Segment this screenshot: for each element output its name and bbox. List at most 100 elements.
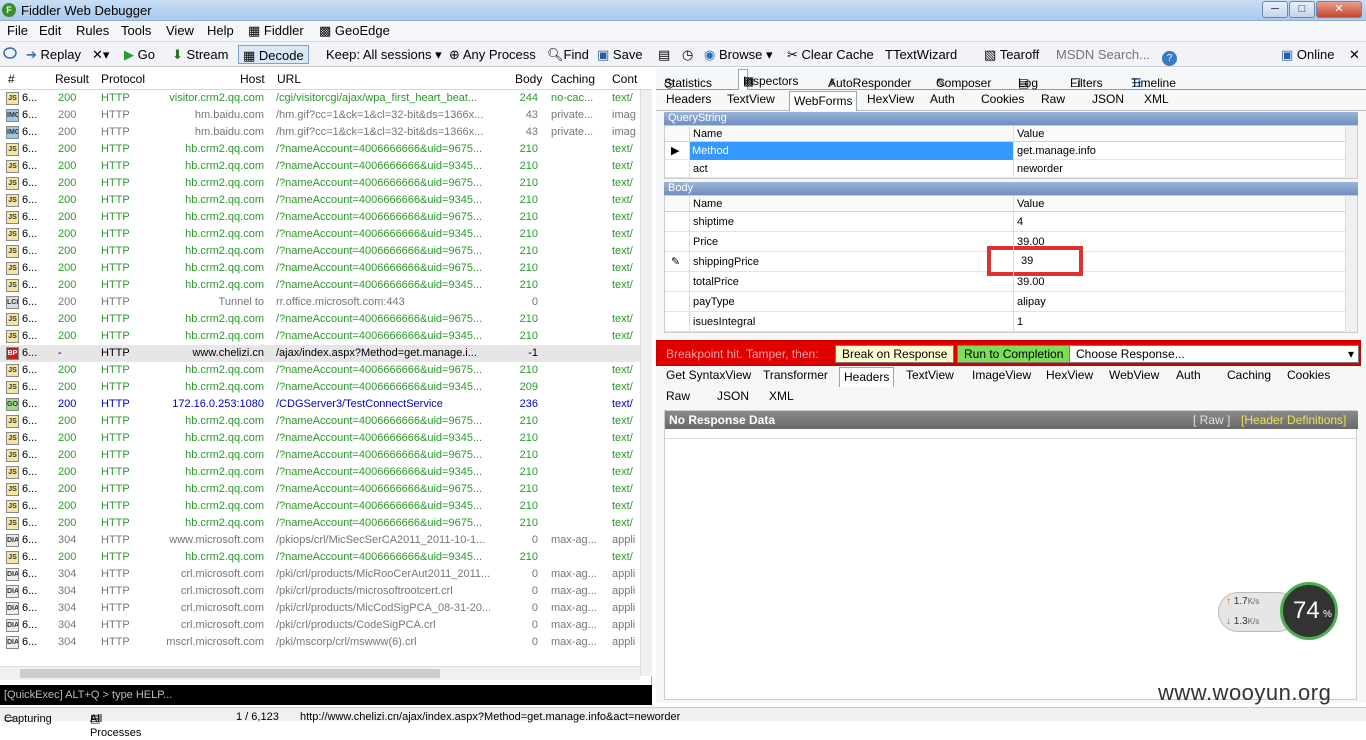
qs-name-method[interactable]: Method	[689, 142, 1013, 160]
msdn-search-input[interactable]	[1056, 45, 1156, 64]
qs-value-method[interactable]: get.manage.info	[1017, 142, 1096, 160]
run-to-completion-button[interactable]: Run to Completion	[957, 345, 1071, 363]
resp-tab-auth[interactable]: Auth	[1176, 368, 1201, 382]
timer-icon[interactable]: ◷	[682, 45, 693, 64]
req-tab-webforms[interactable]: WebForms	[789, 91, 858, 111]
session-row[interactable]: JS 6... 200 HTTP hb.crm2.qq.com/?nameAccount…	[0, 277, 640, 294]
resp-tab-cookies[interactable]: Cookies	[1287, 368, 1330, 382]
resp-tab-json[interactable]: JSON	[717, 389, 749, 403]
body-row[interactable]: payType alipay	[665, 292, 1357, 312]
col-caching[interactable]: Caching	[551, 72, 595, 86]
session-row[interactable]: DIA 6... 304 HTTP crl.microsoft.com/pki/crl/…	[0, 617, 640, 634]
col-protocol[interactable]: Protocol	[101, 72, 145, 86]
resp-tab-transformer[interactable]: Transformer	[763, 368, 828, 382]
req-tab-json[interactable]: JSON	[1092, 92, 1124, 106]
session-row[interactable]: BP 6... - HTTP www.chelizi.cn/ajax/index.asp…	[0, 345, 640, 362]
session-row[interactable]: IMG 6... 200 HTTP hm.baidu.com/hm.gif?cc=1&c…	[0, 107, 640, 124]
qs-row-act[interactable]: act neworder	[665, 160, 1357, 178]
menu-file[interactable]: File	[7, 23, 28, 38]
req-tab-cookies[interactable]: Cookies	[981, 92, 1024, 106]
comment-icon[interactable]	[3, 45, 20, 64]
session-row[interactable]: JS 6... 200 HTTP hb.crm2.qq.com/?nameAccount…	[0, 447, 640, 464]
session-row[interactable]: DIA 6... 304 HTTP mscrl.microsoft.com/pki/ms…	[0, 634, 640, 651]
col-url[interactable]: URL	[277, 72, 301, 86]
session-row[interactable]: DIA 6... 304 HTTP crl.microsoft.com/pki/crl/…	[0, 600, 640, 617]
resp-tab-raw[interactable]: Raw	[666, 389, 690, 403]
session-row[interactable]: JS 6... 200 HTTP visitor.crm2.qq.com/cgi/vis…	[0, 90, 640, 107]
session-row[interactable]: JS 6... 200 HTTP hb.crm2.qq.com/?nameAccount…	[0, 413, 640, 430]
session-row[interactable]: JS 6... 200 HTTP hb.crm2.qq.com/?nameAccount…	[0, 464, 640, 481]
network-monitor-widget[interactable]: ↑ 1.7K/s ↓ 1.3K/s 74 %	[1218, 582, 1338, 640]
session-row[interactable]: JS 6... 200 HTTP hb.crm2.qq.com/?nameAccount…	[0, 260, 640, 277]
resp-tab-headers[interactable]: Headers	[839, 367, 895, 387]
body-name[interactable]: shippingPrice	[693, 252, 759, 272]
session-row[interactable]: JS 6... 200 HTTP hb.crm2.qq.com/?nameAccount…	[0, 192, 640, 209]
session-row[interactable]: LCK6...200HTTPTunnel torr.office.microso…	[0, 294, 640, 311]
session-row[interactable]: JS 6... 200 HTTP hb.crm2.qq.com/?nameAccount…	[0, 311, 640, 328]
keep-sessions-dropdown[interactable]: Keep: All sessions ▾	[326, 45, 442, 64]
col-content-type[interactable]: Cont	[612, 72, 637, 86]
online-status[interactable]: ▣ Online	[1281, 45, 1335, 64]
body-scrollbar[interactable]	[1345, 196, 1357, 332]
req-tab-xml[interactable]: XML	[1144, 92, 1169, 106]
go-button[interactable]: ▶ Go	[124, 45, 155, 64]
tearoff-button[interactable]: ▧ Tearoff	[984, 45, 1039, 64]
req-tab-raw[interactable]: Raw	[1041, 92, 1065, 106]
body-value[interactable]: 1	[1017, 312, 1023, 332]
resp-tab-imageview[interactable]: ImageView	[972, 368, 1031, 382]
menu-geoedge[interactable]: ▩ GeoEdge	[319, 23, 390, 39]
session-row[interactable]: JS 6... 200 HTTP hb.crm2.qq.com/?nameAccount…	[0, 362, 640, 379]
save-button[interactable]: ▣ Save	[597, 45, 643, 64]
body-name[interactable]: isuesIntegral	[693, 312, 755, 332]
session-row[interactable]: JS 6... 200 HTTP hb.crm2.qq.com/?nameAccount…	[0, 481, 640, 498]
resp-tab-textview[interactable]: TextView	[906, 368, 954, 382]
browse-button[interactable]: ◉ Browse ▾	[704, 45, 772, 64]
help-icon[interactable]: ?	[1162, 45, 1177, 66]
session-row[interactable]: JS 6... 200 HTTP hb.crm2.qq.com/?nameAccount…	[0, 328, 640, 345]
body-row-edited[interactable]: ✎ shippingPrice 39	[665, 246, 1357, 276]
raw-link[interactable]: [ Raw ]	[1193, 411, 1230, 429]
session-row[interactable]: JS 6... 200 HTTP hb.crm2.qq.com/?nameAccount…	[0, 379, 640, 396]
req-tab-hexview[interactable]: HexView	[867, 92, 914, 106]
body-name[interactable]: totalPrice	[693, 272, 739, 292]
col-host[interactable]: Host	[240, 72, 265, 86]
body-row[interactable]: isuesIntegral 1	[665, 312, 1357, 332]
body-value[interactable]: 4	[1017, 212, 1023, 232]
tab-inspectors[interactable]: ▩ Inspectors	[738, 69, 798, 90]
sessions-horizontal-scrollbar[interactable]	[0, 666, 640, 680]
body-name[interactable]: Price	[693, 232, 718, 252]
body-row[interactable]: shiptime 4	[665, 212, 1357, 232]
session-row[interactable]: DIA 6... 304 HTTP www.microsoft.com/pkiops/c…	[0, 532, 640, 549]
qs-row-method[interactable]: ▶ Method get.manage.info	[665, 142, 1357, 160]
close-toolbar-icon[interactable]: ✕	[1349, 45, 1360, 64]
quickexec-input[interactable]: [QuickExec] ALT+Q > type HELP...	[0, 685, 652, 705]
menu-edit[interactable]: Edit	[39, 23, 61, 38]
session-row[interactable]: JS 6... 200 HTTP hb.crm2.qq.com/?nameAccount…	[0, 515, 640, 532]
clear-cache-button[interactable]: ✂ Clear Cache	[787, 45, 874, 64]
session-row[interactable]: IMG 6... 200 HTTP hm.baidu.com/hm.gif?cc=1&c…	[0, 124, 640, 141]
break-on-response-button[interactable]: Break on Response	[835, 345, 955, 363]
find-button[interactable]: 🔍︎Find	[547, 45, 589, 64]
req-tab-headers[interactable]: Headers	[666, 92, 711, 106]
resp-tab-xml[interactable]: XML	[769, 389, 794, 403]
col-body[interactable]: Body	[515, 72, 542, 86]
menu-tools[interactable]: Tools	[121, 23, 151, 38]
session-row[interactable]: JS 6... 200 HTTP hb.crm2.qq.com/?nameAccount…	[0, 158, 640, 175]
close-button[interactable]: ✕	[1316, 1, 1362, 18]
session-row[interactable]: JS 6... 200 HTTP hb.crm2.qq.com/?nameAccount…	[0, 209, 640, 226]
resp-tab-syntaxview[interactable]: Get SyntaxView	[666, 368, 751, 382]
body-name[interactable]: payType	[693, 292, 735, 312]
qs-value-act[interactable]: neworder	[1017, 160, 1063, 178]
req-tab-auth[interactable]: Auth	[930, 92, 955, 106]
header-definitions-link[interactable]: [Header Definitions]	[1241, 411, 1346, 429]
replay-button[interactable]: ➔ Replay	[26, 45, 81, 64]
remove-button[interactable]: ✕▾	[92, 45, 109, 64]
resp-tab-caching[interactable]: Caching	[1227, 368, 1271, 382]
qs-scrollbar[interactable]	[1345, 126, 1357, 178]
camera-icon[interactable]: ▤	[658, 45, 670, 64]
session-row[interactable]: JS 6... 200 HTTP hb.crm2.qq.com/?nameAccount…	[0, 141, 640, 158]
menu-view[interactable]: View	[166, 23, 194, 38]
session-row[interactable]: DIA 6... 304 HTTP crl.microsoft.com/pki/crl/…	[0, 583, 640, 600]
textwizard-button[interactable]: TTextWizard	[885, 45, 957, 64]
session-row[interactable]: JS 6... 200 HTTP hb.crm2.qq.com/?nameAccount…	[0, 175, 640, 192]
